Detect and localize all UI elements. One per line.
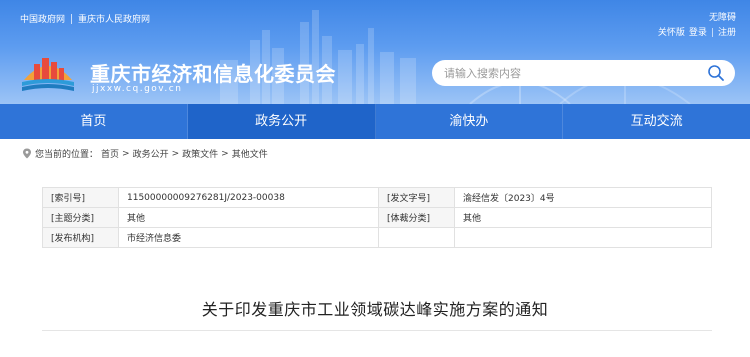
empty-cell	[378, 227, 455, 248]
value-subject-category: 其他	[118, 207, 379, 228]
table-row: [索引号] 11500000009276281J/2023-00038 [发文字…	[42, 187, 712, 208]
link-china-gov[interactable]: 中国政府网	[20, 12, 65, 25]
value-index-number: 11500000009276281J/2023-00038	[118, 187, 379, 208]
divider	[42, 330, 712, 331]
top-links: 中国政府网 重庆市人民政府网	[20, 12, 150, 25]
breadcrumb-government-affairs[interactable]: 政务公开	[133, 147, 169, 160]
breadcrumb-home[interactable]: 首页	[101, 147, 119, 160]
search-icon[interactable]	[707, 64, 725, 82]
login-link[interactable]: 登录	[689, 26, 707, 41]
breadcrumb-separator: >	[122, 148, 130, 159]
label-subject-category: [主题分类]	[42, 207, 119, 228]
value-genre-category: 其他	[454, 207, 712, 228]
label-document-number: [发文字号]	[378, 187, 455, 208]
breadcrumb-other-documents[interactable]: 其他文件	[232, 147, 268, 160]
search-input[interactable]	[444, 66, 694, 80]
empty-cell	[454, 227, 712, 248]
table-row: [主题分类] 其他 [体裁分类] 其他	[42, 207, 712, 228]
nav-item-government-affairs[interactable]: 政务公开	[187, 104, 376, 139]
link-chongqing-gov[interactable]: 重庆市人民政府网	[78, 12, 150, 25]
value-publishing-agency: 市经济信息委	[118, 227, 379, 248]
breadcrumb: 您当前的位置： 首页 > 政务公开 > 政策文件 > 其他文件	[22, 147, 268, 160]
util-separator: |	[710, 28, 714, 38]
article-title: 关于印发重庆市工业领域碳达峰实施方案的通知	[201, 300, 549, 319]
site-logo-icon[interactable]	[20, 50, 76, 94]
table-row: [发布机构] 市经济信息委	[42, 227, 712, 248]
breadcrumb-separator: >	[171, 148, 180, 159]
nav-item-yukuaiban[interactable]: 渝快办	[376, 104, 564, 139]
register-link[interactable]: 注册	[718, 26, 736, 41]
search-bar	[432, 60, 735, 86]
accessibility-link[interactable]: 无障碍	[658, 11, 736, 26]
nav-item-home[interactable]: 首页	[0, 104, 188, 139]
breadcrumb-policy-documents[interactable]: 政策文件	[182, 147, 218, 160]
care-mode-link[interactable]: 关怀版	[658, 26, 685, 41]
label-publishing-agency: [发布机构]	[42, 227, 119, 248]
location-pin-icon	[23, 148, 31, 159]
label-genre-category: [体裁分类]	[378, 207, 455, 228]
breadcrumb-separator: >	[221, 148, 229, 159]
nav-item-interaction[interactable]: 互动交流	[563, 104, 750, 139]
breadcrumb-prefix: 您当前的位置：	[35, 150, 99, 160]
divider	[71, 13, 73, 24]
site-domain: jjxxw.cq.gov.cn	[92, 84, 183, 94]
value-document-number: 渝经信发〔2023〕4号	[454, 187, 712, 208]
site-title[interactable]: 重庆市经济和信息化委员会	[90, 58, 336, 87]
main-nav: 首页 政务公开 渝快办 互动交流	[0, 104, 750, 139]
site-header: 中国政府网 重庆市人民政府网 无障碍 关怀版 登录 | 注册 重庆市经济和信息化…	[0, 0, 750, 104]
document-info-table: [索引号] 11500000009276281J/2023-00038 [发文字…	[42, 187, 712, 248]
utility-links: 无障碍 关怀版 登录 | 注册	[658, 11, 736, 41]
label-index-number: [索引号]	[42, 187, 119, 208]
